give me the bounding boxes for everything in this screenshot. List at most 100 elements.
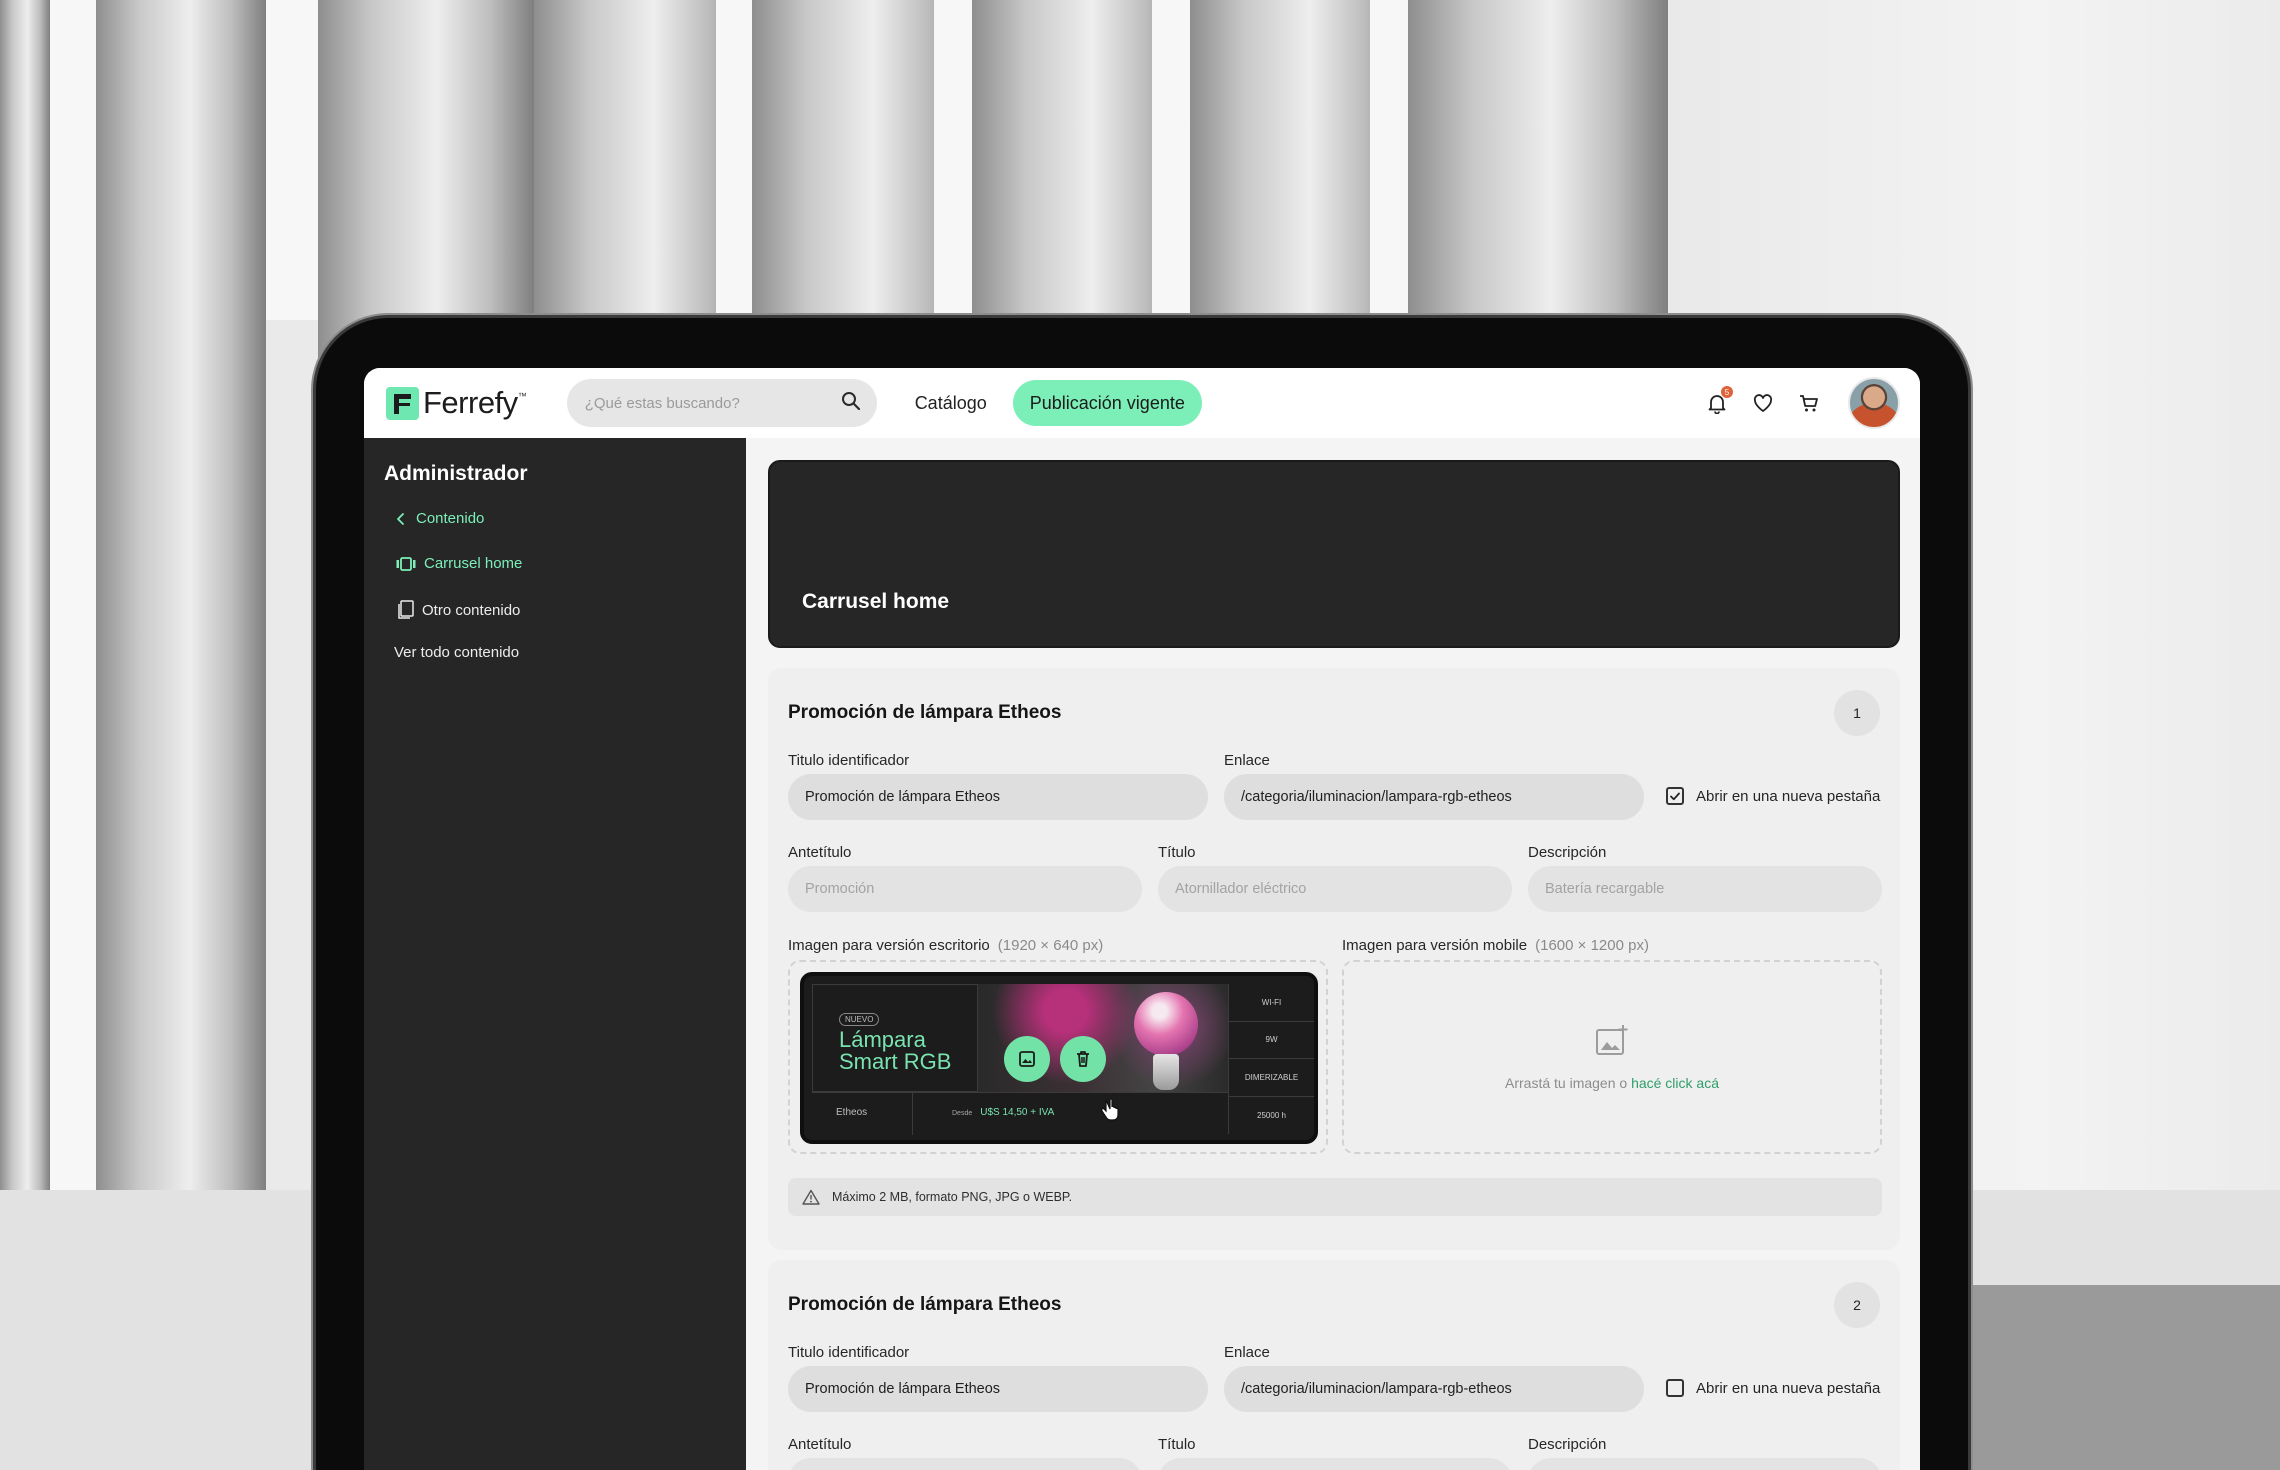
- banner-spec: 25000 h: [1257, 1110, 1286, 1120]
- banner-specs: WI-FI 9W DIMERIZABLE 25000 h: [1228, 984, 1314, 1134]
- link-field[interactable]: /categoria/iluminacion/lampara-rgb-etheo…: [1224, 1366, 1644, 1412]
- brand-logo[interactable]: Ferrefy ™: [386, 385, 527, 421]
- title-field[interactable]: Atornillador eléctrico: [1158, 866, 1512, 912]
- description-label: Descripción: [1528, 844, 1607, 861]
- trash-icon: [1077, 1051, 1089, 1067]
- main-content: Carrusel home Promoción de lámpara Etheo…: [746, 438, 1920, 1470]
- section-hero: Carrusel home: [768, 460, 1900, 648]
- pretitle-field[interactable]: [788, 1458, 1142, 1470]
- top-navigation: Ferrefy ™ Catálogo Publicación vigente 5: [364, 368, 1920, 438]
- backdrop-panel: [96, 0, 266, 1200]
- delete-image-button[interactable]: [1060, 1036, 1106, 1082]
- backdrop-panel: [0, 0, 50, 1200]
- cart-icon: [1800, 395, 1818, 412]
- sidebar-back-contenido[interactable]: Contenido: [394, 510, 484, 527]
- link-label: Enlace: [1224, 752, 1270, 769]
- desktop-image-size: (1920 × 640 px): [997, 937, 1104, 954]
- description-field[interactable]: [1528, 1458, 1882, 1470]
- title-field[interactable]: [1158, 1458, 1512, 1470]
- bulb-image: [1134, 992, 1198, 1056]
- slide-title: Promoción de lámpara Etheos: [788, 702, 1062, 723]
- checkbox-unchecked-icon: [1666, 1379, 1684, 1397]
- id-title-label: Titulo identificador: [788, 752, 910, 769]
- banner-tag: NUEVO: [839, 1013, 880, 1026]
- hand-cursor-icon: [1100, 1098, 1120, 1127]
- logo-mark-icon: [386, 386, 419, 420]
- cart-button[interactable]: [1796, 390, 1822, 416]
- sidebar-item-label: Ver todo contenido: [394, 644, 520, 661]
- mobile-image-dropzone[interactable]: Arrastá tu imagen o hacé click acá: [1342, 960, 1882, 1154]
- mobile-image-label: Imagen para versión mobile (1600 × 1200 p…: [1342, 937, 1649, 954]
- banner-price-prefix: Desde: [952, 1110, 973, 1117]
- id-title-field[interactable]: Promoción de lámpara Etheos: [788, 1366, 1208, 1412]
- title-label: Título: [1158, 1436, 1196, 1453]
- upload-constraints-notice: Máximo 2 MB, formato PNG, JPG o WEBP.: [788, 1178, 1882, 1216]
- mobile-image-size: (1600 × 1200 px): [1535, 937, 1649, 954]
- chevron-left-icon: [394, 512, 408, 526]
- image-icon: [1019, 1051, 1035, 1067]
- notice-text: Máximo 2 MB, formato PNG, JPG o WEBP.: [832, 1190, 1073, 1204]
- notification-badge: 5: [1721, 386, 1733, 398]
- link-label: Enlace: [1224, 1344, 1270, 1361]
- heart-icon: [1753, 394, 1773, 412]
- search-icon[interactable]: [841, 391, 861, 416]
- banner-footer: Etheos Desde U$S 14,50 + IVA: [812, 1092, 1228, 1135]
- copy-icon: [396, 600, 414, 620]
- nav-catalog-link[interactable]: Catálogo: [915, 393, 987, 414]
- pretitle-label: Antetítulo: [788, 1436, 852, 1453]
- nav-active-publication-label: Publicación vigente: [1029, 392, 1185, 413]
- desktop-image-dropzone[interactable]: NUEVO Lámpara Smart RGB WI-FI 9W DIMERIZ…: [788, 960, 1328, 1154]
- new-tab-checkbox[interactable]: Abrir en una nueva pestaña: [1666, 787, 1880, 805]
- sidebar-item-label: Carrusel home: [424, 555, 523, 572]
- search-bar[interactable]: [566, 379, 877, 427]
- logo-text: Ferrefy: [423, 385, 518, 420]
- id-title-field[interactable]: Promoción de lámpara Etheos: [788, 774, 1208, 820]
- new-tab-label: Abrir en una nueva pestaña: [1696, 787, 1881, 805]
- banner-price: Desde U$S 14,50 + IVA: [952, 1107, 1054, 1118]
- bulb-base-image: [1153, 1054, 1179, 1090]
- nav-icons: 5: [1704, 377, 1900, 429]
- mobile-image-label-text: Imagen para versión mobile: [1342, 937, 1528, 954]
- pretitle-field[interactable]: Promoción: [788, 866, 1142, 912]
- admin-sidebar: Administrador Contenido Carrusel home Ot…: [364, 438, 746, 1470]
- pretitle-label: Antetítulo: [788, 844, 852, 861]
- new-tab-checkbox[interactable]: Abrir en una nueva pestaña: [1666, 1379, 1880, 1397]
- dropzone-browse-link[interactable]: hacé click acá: [1631, 1075, 1719, 1091]
- banner-title-line2: Smart RGB: [839, 1049, 952, 1074]
- sidebar-item-label: Otro contenido: [422, 601, 521, 619]
- sidebar-item-carrusel-home[interactable]: Carrusel home: [396, 555, 522, 572]
- search-input[interactable]: [584, 394, 825, 412]
- user-avatar[interactable]: [1848, 377, 1900, 429]
- slide-order-badge[interactable]: 1: [1834, 690, 1880, 736]
- sidebar-item-ver-todo[interactable]: Ver todo contenido: [394, 644, 519, 661]
- notifications-button[interactable]: 5: [1704, 386, 1733, 416]
- banner-divider: [912, 1093, 913, 1135]
- backdrop-gap: [50, 0, 96, 1190]
- desktop-image-label-text: Imagen para versión escritorio: [788, 937, 990, 954]
- logo-trademark: ™: [517, 391, 527, 401]
- description-label: Descripción: [1528, 1436, 1607, 1453]
- backdrop-gap: [266, 0, 318, 320]
- desktop-image-label: Imagen para versión escritorio (1920 × 64…: [788, 937, 1103, 954]
- banner-brand: Etheos: [836, 1107, 868, 1118]
- backdrop-gap: [1370, 0, 1408, 320]
- banner-spec: WI-FI: [1229, 984, 1314, 1022]
- page-title: Carrusel home: [802, 590, 950, 613]
- slide-title: Promoción de lámpara Etheos: [788, 1294, 1062, 1315]
- add-image-icon: [1595, 1024, 1629, 1061]
- banner-title-line1: Lámpara: [839, 1027, 926, 1052]
- replace-image-button[interactable]: [1004, 1036, 1050, 1082]
- slide-order-badge[interactable]: 2: [1834, 1282, 1880, 1328]
- title-label: Título: [1158, 844, 1196, 861]
- banner-spec: 9W: [1229, 1022, 1314, 1059]
- description-field[interactable]: Batería recargable: [1528, 866, 1882, 912]
- sidebar-item-otro-contenido[interactable]: Otro contenido: [396, 600, 520, 620]
- carousel-icon: [396, 556, 416, 571]
- link-field[interactable]: /categoria/iluminacion/lampara-rgb-etheo…: [1224, 774, 1644, 820]
- nav-active-publication-button[interactable]: Publicación vigente: [1012, 380, 1202, 426]
- laptop-screen: Ferrefy ™ Catálogo Publicación vigente 5: [364, 368, 1920, 1470]
- banner-price-value: U$S 14,50 + IVA: [980, 1107, 1055, 1118]
- backdrop-floor-shadow: [1960, 1285, 2280, 1470]
- carousel-slide-card: Promoción de lámpara Etheos 1 Titulo ide…: [768, 668, 1900, 1250]
- favorites-button[interactable]: [1750, 390, 1776, 416]
